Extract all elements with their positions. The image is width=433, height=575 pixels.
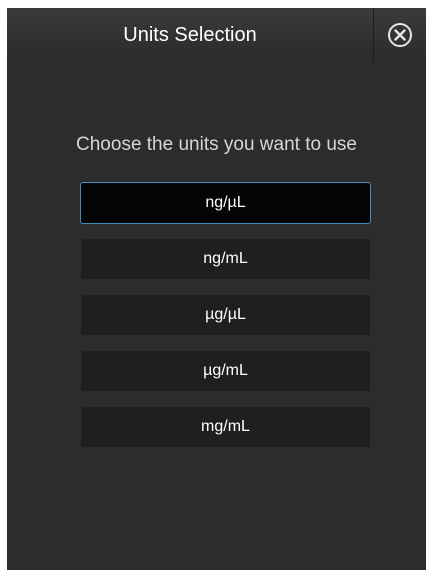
units-option-list: ng/µL ng/mL µg/µL µg/mL mg/mL [80,182,371,462]
unit-option-ug-ml[interactable]: µg/mL [80,350,371,392]
unit-option-label: mg/mL [201,418,250,435]
unit-option-ng-ul[interactable]: ng/µL [80,182,371,224]
instruction-text: Choose the units you want to use [76,134,357,155]
unit-option-mg-ml[interactable]: mg/mL [80,406,371,448]
unit-option-ng-ml[interactable]: ng/mL [80,238,371,280]
close-button[interactable] [374,8,426,63]
dialog-header: Units Selection [7,8,426,63]
units-selection-dialog: Units Selection Choose the units you wan… [7,8,426,570]
unit-option-label: µg/mL [203,362,248,379]
unit-option-label: ng/mL [203,250,248,267]
dialog-title: Units Selection [123,24,257,46]
unit-option-label: µg/µL [205,306,246,323]
unit-option-label: ng/µL [205,194,246,211]
close-circle-icon [388,23,412,47]
unit-option-ug-ul[interactable]: µg/µL [80,294,371,336]
